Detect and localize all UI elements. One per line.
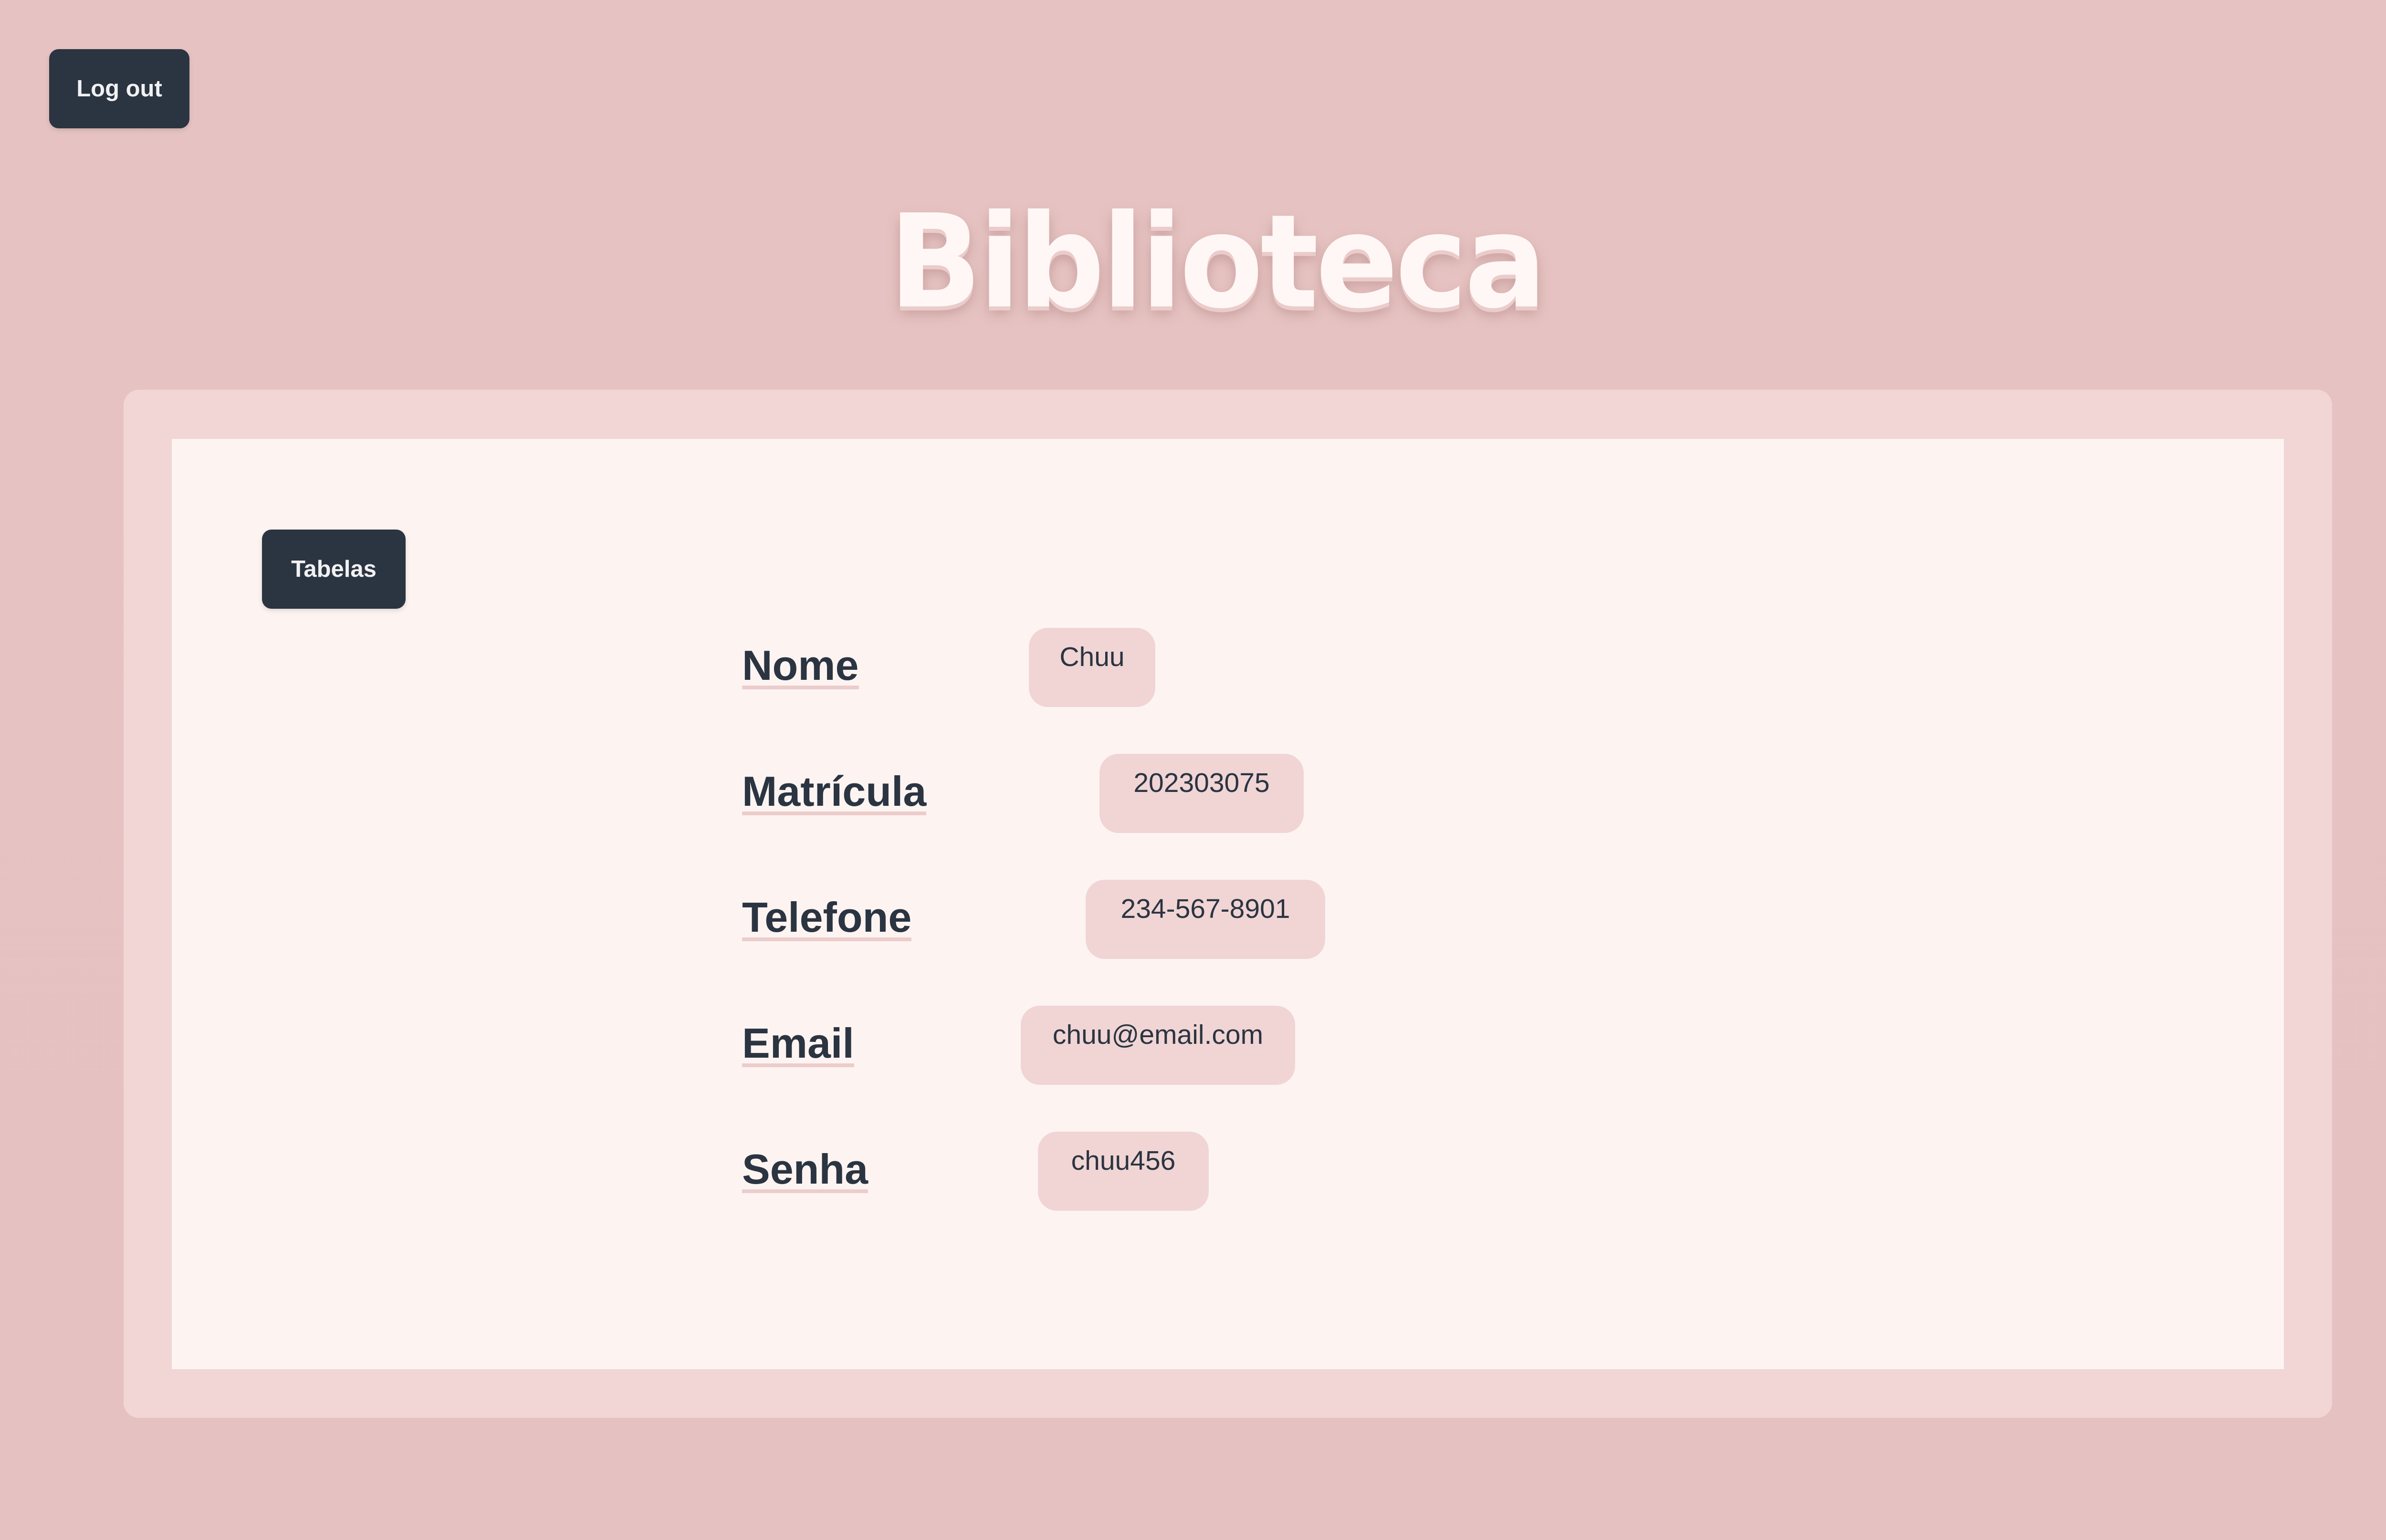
- profile-card: Tabelas Nome Chuu Matrícula 202303075 Te…: [124, 390, 2332, 1418]
- field-label-matricula: Matrícula: [742, 768, 927, 815]
- field-label-email: Email: [742, 1020, 854, 1067]
- field-value-telefone: 234-567-8901: [1086, 880, 1325, 959]
- field-label-nome: Nome: [742, 642, 859, 689]
- page-title: Biblioteca: [889, 187, 1547, 337]
- field-value-matricula: 202303075: [1099, 754, 1304, 833]
- field-label-senha: Senha: [742, 1145, 869, 1193]
- field-value-email: chuu@email.com: [1021, 1006, 1295, 1085]
- profile-panel: Tabelas Nome Chuu Matrícula 202303075 Te…: [172, 439, 2284, 1369]
- field-label-telefone: Telefone: [742, 894, 912, 941]
- field-value-nome: Chuu: [1029, 628, 1155, 707]
- tabelas-button[interactable]: Tabelas: [262, 530, 406, 609]
- field-value-senha: chuu456: [1038, 1132, 1209, 1211]
- logout-button[interactable]: Log out: [49, 49, 189, 128]
